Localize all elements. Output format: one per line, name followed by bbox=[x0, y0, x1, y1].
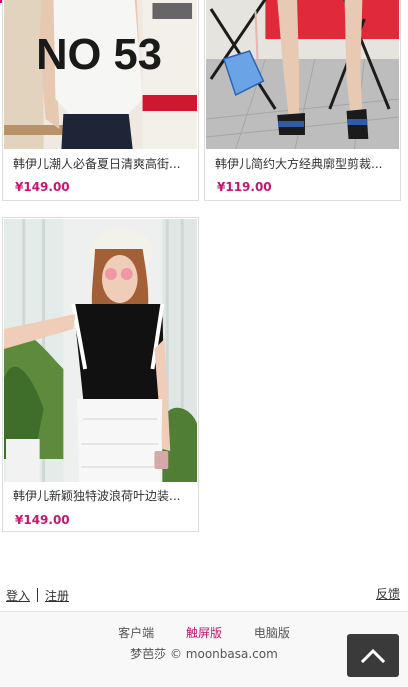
product-price: ¥149.00 bbox=[15, 180, 70, 194]
auth-links: 登入 注册 bbox=[6, 587, 69, 604]
link-separator bbox=[37, 588, 39, 602]
product-card[interactable]: 韩伊儿新颖独特波浪荷叶边装... ¥149.00 bbox=[2, 217, 199, 532]
product-title[interactable]: 韩伊儿潮人必备夏日清爽高街... bbox=[13, 156, 186, 172]
product-image[interactable]: NO 53 bbox=[4, 0, 197, 149]
version-touch[interactable]: 触屏版 bbox=[186, 626, 222, 640]
product-card[interactable]: NO 53 韩伊儿潮人必备夏日清爽高街... ¥149.00 bbox=[2, 0, 199, 201]
shirt-print: NO 53 bbox=[36, 30, 162, 79]
register-link[interactable]: 注册 bbox=[45, 589, 69, 603]
feedback-link[interactable]: 反馈 bbox=[376, 585, 400, 602]
version-desktop[interactable]: 电脑版 bbox=[254, 626, 290, 640]
product-price: ¥149.00 bbox=[15, 513, 70, 527]
login-link[interactable]: 登入 bbox=[6, 589, 30, 603]
product-image[interactable] bbox=[206, 0, 399, 149]
product-title[interactable]: 韩伊儿简约大方经典廓型剪裁... bbox=[215, 156, 388, 172]
product-card[interactable]: 韩伊儿简约大方经典廓型剪裁... ¥119.00 bbox=[204, 0, 401, 201]
product-price: ¥119.00 bbox=[217, 180, 272, 194]
product-image[interactable] bbox=[4, 219, 197, 482]
version-client[interactable]: 客户端 bbox=[118, 626, 154, 640]
back-to-top-button[interactable] bbox=[347, 634, 399, 677]
product-title[interactable]: 韩伊儿新颖独特波浪荷叶边装... bbox=[13, 488, 186, 504]
chevron-up-icon bbox=[360, 648, 386, 664]
